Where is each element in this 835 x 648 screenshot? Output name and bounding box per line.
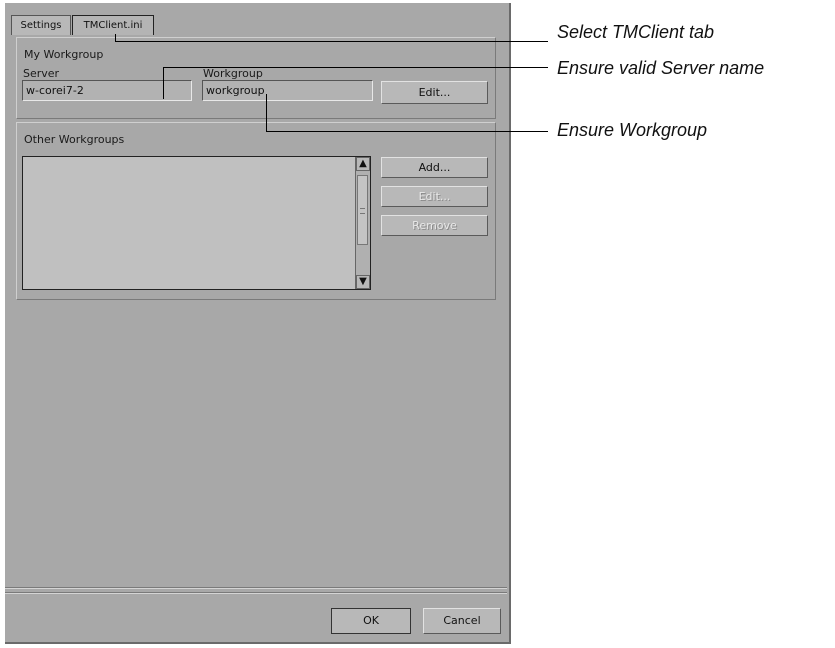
my-workgroup-edit-button[interactable]: Edit... bbox=[381, 81, 488, 104]
thumb-grip-icon bbox=[360, 208, 365, 214]
server-label: Server bbox=[23, 67, 60, 80]
scroll-up-icon[interactable]: ▲ bbox=[356, 157, 370, 171]
other-workgroups-list[interactable]: ▲ ▼ bbox=[22, 156, 371, 290]
tmclient-dialog: Settings TMClient.ini My Workgroup Serve… bbox=[5, 3, 511, 644]
callout-tick-server bbox=[163, 67, 164, 99]
server-field[interactable]: w-corei7-2 bbox=[22, 80, 192, 101]
footer-separator bbox=[5, 587, 507, 589]
cancel-button[interactable]: Cancel bbox=[423, 608, 501, 634]
callout-line-workgroup bbox=[266, 131, 548, 132]
callout-tick-tab bbox=[115, 34, 116, 42]
edit-workgroup-button[interactable]: Edit... bbox=[381, 186, 488, 207]
scroll-down-icon[interactable]: ▼ bbox=[356, 275, 370, 289]
tab-settings[interactable]: Settings bbox=[11, 15, 71, 35]
footer-separator-2 bbox=[5, 592, 507, 594]
list-scrollbar[interactable]: ▲ ▼ bbox=[355, 157, 370, 289]
callout-tick-workgroup bbox=[266, 94, 267, 132]
ok-button[interactable]: OK bbox=[331, 608, 411, 634]
callout-line-tab bbox=[115, 41, 548, 42]
tab-tmclient-ini[interactable]: TMClient.ini bbox=[72, 15, 154, 35]
workgroup-field[interactable]: workgroup bbox=[202, 80, 373, 101]
remove-workgroup-button[interactable]: Remove bbox=[381, 215, 488, 236]
annotation-select-tab: Select TMClient tab bbox=[557, 22, 715, 42]
workgroup-label: Workgroup bbox=[203, 67, 263, 80]
other-workgroups-title: Other Workgroups bbox=[24, 133, 125, 146]
callout-line-server bbox=[163, 67, 548, 68]
annotation-server-name: Ensure valid Server name bbox=[557, 58, 765, 78]
my-workgroup-panel: My Workgroup Server w-corei7-2 Workgroup… bbox=[16, 37, 496, 119]
add-workgroup-button[interactable]: Add... bbox=[381, 157, 488, 178]
annotation-workgroup: Ensure Workgroup bbox=[557, 120, 708, 140]
scroll-thumb[interactable] bbox=[357, 175, 368, 245]
other-workgroups-panel: Other Workgroups ▲ ▼ Add... Edit... Remo… bbox=[16, 122, 496, 300]
my-workgroup-title: My Workgroup bbox=[24, 48, 104, 61]
